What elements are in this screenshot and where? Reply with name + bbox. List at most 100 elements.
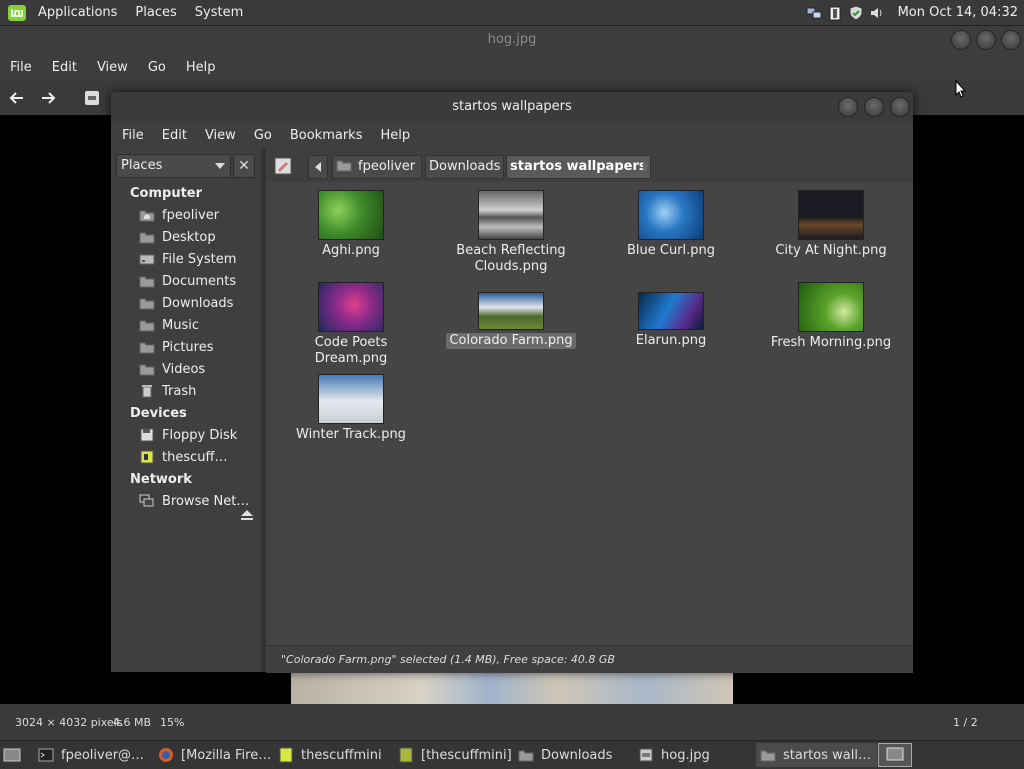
viewer-menu-view[interactable]: View xyxy=(87,60,138,75)
viewer-close-button[interactable] xyxy=(1001,30,1021,50)
volume-icon[interactable] xyxy=(869,5,885,21)
breadcrumb-downloads[interactable]: Downloads xyxy=(425,155,505,179)
file-item[interactable]: Elarun.png xyxy=(596,282,746,349)
fm-menu-help[interactable]: Help xyxy=(371,128,419,143)
clock[interactable]: Mon Oct 14, 04:32 xyxy=(898,5,1018,20)
file-thumbnail xyxy=(638,292,704,330)
computer-heading: Computer xyxy=(130,186,203,201)
location-bar: fpeoliver Downloads startos wallpapers xyxy=(266,148,913,182)
system-menu[interactable]: System xyxy=(186,5,252,20)
viewer-menu-edit[interactable]: Edit xyxy=(42,60,87,75)
fm-menu-go[interactable]: Go xyxy=(245,128,281,143)
network-icon[interactable] xyxy=(806,5,822,21)
fm-menu-view[interactable]: View xyxy=(196,128,245,143)
folder-icon xyxy=(518,750,534,762)
file-thumbnail xyxy=(798,282,864,332)
fm-maximize-button[interactable] xyxy=(864,97,884,117)
sidebar-item-floppy[interactable]: Floppy Disk xyxy=(139,425,259,445)
fm-title: startos wallpapers xyxy=(452,99,572,114)
trash-icon xyxy=(142,385,152,398)
edit-location-icon[interactable] xyxy=(274,157,292,175)
sidebar-item-documents[interactable]: Documents xyxy=(139,271,259,291)
mint-logo-icon[interactable] xyxy=(7,4,27,22)
file-manager-window: startos wallpapers File Edit View Go Boo… xyxy=(111,92,913,673)
places-menu[interactable]: Places xyxy=(126,5,185,20)
image-position: 1 / 2 xyxy=(953,716,978,729)
fm-statusbar: "Colorado Farm.png" selected (1.4 MB), F… xyxy=(266,645,913,673)
workspace-switcher[interactable] xyxy=(878,743,912,767)
forward-arrow-icon[interactable] xyxy=(39,89,57,107)
taskbar-item-thescuffmini-folder[interactable]: [thescuffmini] xyxy=(398,743,513,767)
file-item[interactable]: Beach Reflecting Clouds.png xyxy=(436,190,586,275)
fm-menu-bookmarks[interactable]: Bookmarks xyxy=(281,128,372,143)
viewer-minimize-button[interactable] xyxy=(951,30,971,50)
fm-titlebar[interactable]: startos wallpapers xyxy=(111,92,913,122)
file-item[interactable]: Code Poets Dream.png xyxy=(276,282,426,367)
sidebar-item-videos[interactable]: Videos xyxy=(139,359,259,379)
home-folder-icon xyxy=(336,160,352,172)
viewer-menu-file[interactable]: File xyxy=(0,60,42,75)
folder-icon xyxy=(139,320,155,332)
applications-menu[interactable]: Applications xyxy=(29,5,126,20)
fm-minimize-button[interactable] xyxy=(838,97,858,117)
taskbar-item-terminal[interactable]: fpeoliver@… xyxy=(38,743,153,767)
network-heading: Network xyxy=(130,472,192,487)
file-item[interactable]: City At Night.png xyxy=(756,190,906,259)
file-thumbnail xyxy=(478,190,544,240)
drive-icon xyxy=(139,254,155,265)
sidebar-item-browse-network[interactable]: Browse Net… xyxy=(139,491,259,511)
bottom-panel: fpeoliver@… [Mozilla Fire… thescuffmini … xyxy=(0,740,1024,769)
shield-icon[interactable] xyxy=(848,4,864,21)
sidebar-item-music[interactable]: Music xyxy=(139,315,259,335)
viewer-menu-help[interactable]: Help xyxy=(176,60,226,75)
sidebar-item-pictures[interactable]: Pictures xyxy=(139,337,259,357)
hog-photo xyxy=(291,670,733,704)
file-item[interactable]: Fresh Morning.png xyxy=(756,282,906,351)
taskbar-item-firefox[interactable]: [Mozilla Fire… xyxy=(158,743,273,767)
sidebar-mode-select[interactable]: Places xyxy=(116,154,231,178)
viewer-titlebar[interactable]: hog.jpg xyxy=(0,26,1024,54)
mouse-cursor-icon xyxy=(955,80,967,98)
image-viewer-icon xyxy=(639,748,653,762)
sidebar-item-thescuff[interactable]: thescuff… xyxy=(139,447,259,467)
breadcrumb-startos-wallpapers[interactable]: startos wallpapers xyxy=(506,155,651,179)
file-item[interactable]: Winter Track.png xyxy=(276,374,426,443)
sidebar-mode-label: Places xyxy=(121,158,163,173)
file-item[interactable]: Aghi.png xyxy=(276,190,426,259)
devices-heading: Devices xyxy=(130,406,187,421)
fm-menu-file[interactable]: File xyxy=(111,128,153,143)
image-tool-icon[interactable] xyxy=(84,90,100,106)
sidebar-item-trash[interactable]: Trash xyxy=(139,381,259,401)
battery-icon[interactable] xyxy=(827,5,843,21)
viewer-maximize-button[interactable] xyxy=(976,30,996,50)
terminal-icon xyxy=(38,748,54,762)
file-icon-view[interactable]: Aghi.png Beach Reflecting Clouds.png Blu… xyxy=(266,182,913,645)
file-thumbnail xyxy=(798,190,864,240)
breadcrumb-scroll-left[interactable] xyxy=(308,155,328,179)
taskbar-item-hog[interactable]: hog.jpg xyxy=(638,743,753,767)
file-item-selected[interactable]: Colorado Farm.png xyxy=(436,282,586,349)
taskbar-item-thescuffmini[interactable]: thescuffmini xyxy=(278,743,393,767)
folder-icon xyxy=(760,750,776,762)
chevron-right-icon[interactable] xyxy=(642,161,650,171)
breadcrumb-fpeoliver[interactable]: fpeoliver xyxy=(332,155,422,179)
viewer-menu-go[interactable]: Go xyxy=(138,60,176,75)
file-thumbnail xyxy=(478,292,544,330)
taskbar-item-startos-wallpapers[interactable]: startos wall… xyxy=(756,743,877,767)
sidebar-item-filesystem[interactable]: File System xyxy=(139,249,259,269)
chevron-left-icon xyxy=(315,162,321,172)
fm-close-button[interactable] xyxy=(890,97,910,117)
back-arrow-icon[interactable] xyxy=(8,89,26,107)
sidebar-close-button[interactable]: ✕ xyxy=(233,154,255,178)
taskbar-item-downloads[interactable]: Downloads xyxy=(518,743,633,767)
viewer-menubar: File Edit View Go Help xyxy=(0,54,1024,81)
fm-menu-edit[interactable]: Edit xyxy=(153,128,196,143)
floppy-disk-icon xyxy=(140,428,154,442)
sidebar-item-desktop[interactable]: Desktop xyxy=(139,227,259,247)
folder-icon xyxy=(139,364,155,376)
file-thumbnail xyxy=(638,190,704,240)
show-desktop-icon[interactable] xyxy=(3,746,21,764)
sidebar-item-fpeoliver[interactable]: fpeoliver xyxy=(139,205,259,225)
sidebar-item-downloads[interactable]: Downloads xyxy=(139,293,259,313)
file-item[interactable]: Blue Curl.png xyxy=(596,190,746,259)
